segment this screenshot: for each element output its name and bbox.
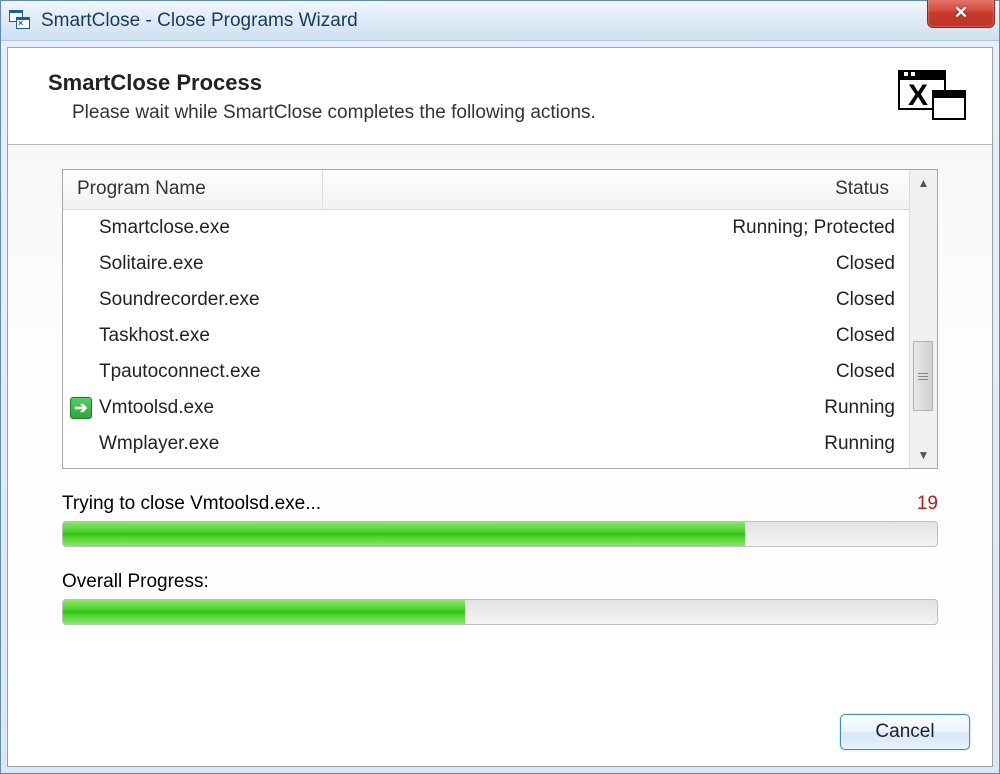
scroll-track[interactable]	[910, 196, 937, 442]
row-program-name: Soundrecorder.exe	[99, 289, 499, 311]
page-subtitle: Please wait while SmartClose completes t…	[48, 102, 596, 124]
table-row[interactable]: Tpautoconnect.exeClosed	[63, 354, 909, 390]
row-program-name: Wmplayer.exe	[99, 433, 499, 455]
table-row[interactable]: ➔ Vmtoolsd.exeRunning	[63, 390, 909, 426]
app-icon: ×	[9, 10, 31, 32]
row-program-name: Solitaire.exe	[99, 253, 499, 275]
table-row[interactable]: Smartclose.exeRunning; Protected	[63, 210, 909, 246]
wizard-header: SmartClose Process Please wait while Sma…	[8, 48, 992, 145]
overall-progress-label: Overall Progress:	[62, 571, 209, 593]
overall-progress-section: Overall Progress:	[62, 571, 938, 625]
row-status: Running	[499, 397, 909, 419]
page-title: SmartClose Process	[48, 70, 596, 96]
table-row[interactable]: Taskhost.exeClosed	[63, 318, 909, 354]
cancel-button[interactable]: Cancel	[840, 714, 970, 750]
task-progress-section: Trying to close Vmtoolsd.exe... 19	[62, 493, 938, 547]
task-progress-label: Trying to close Vmtoolsd.exe...	[62, 493, 321, 515]
current-arrow-icon: ➔	[70, 397, 92, 419]
column-status[interactable]: Status	[323, 170, 909, 209]
row-status: Closed	[499, 289, 909, 311]
list-header[interactable]: Program Name Status	[63, 170, 909, 210]
row-status: Running	[499, 433, 909, 455]
row-program-name: Taskhost.exe	[99, 325, 499, 347]
program-list[interactable]: Program Name Status Smartclose.exeRunnin…	[62, 169, 938, 469]
row-status: Closed	[499, 361, 909, 383]
cancel-button-label: Cancel	[875, 721, 934, 743]
task-progressbar	[62, 521, 938, 547]
content-frame: SmartClose Process Please wait while Sma…	[7, 47, 993, 767]
window-title: SmartClose - Close Programs Wizard	[41, 10, 358, 32]
table-row[interactable]: Soundrecorder.exeClosed	[63, 282, 909, 318]
table-row[interactable]: Solitaire.exeClosed	[63, 246, 909, 282]
window-close-button[interactable]: ✕	[927, 0, 995, 28]
row-program-name: Vmtoolsd.exe	[99, 397, 499, 419]
wizard-window: × SmartClose - Close Programs Wizard ✕ S…	[0, 0, 1000, 774]
close-icon: ✕	[954, 3, 968, 23]
titlebar[interactable]: × SmartClose - Close Programs Wizard ✕	[1, 1, 999, 41]
row-program-name: Tpautoconnect.exe	[99, 361, 499, 383]
wizard-footer: Cancel	[840, 714, 970, 750]
row-status: Running; Protected	[499, 217, 909, 239]
row-status: Closed	[499, 253, 909, 275]
row-status: Closed	[499, 325, 909, 347]
row-program-name: Smartclose.exe	[99, 217, 499, 239]
scroll-down-button[interactable]: ▼	[911, 442, 937, 468]
column-program-name[interactable]: Program Name	[63, 170, 323, 209]
close-windows-icon: X	[898, 70, 964, 126]
overall-progressbar	[62, 599, 938, 625]
row-icon-cell: ➔	[63, 397, 99, 419]
task-progress-count: 19	[917, 493, 938, 515]
scroll-thumb[interactable]	[913, 341, 933, 411]
scrollbar[interactable]: ▲ ▼	[909, 170, 937, 468]
table-row[interactable]: Wmplayer.exeRunning	[63, 426, 909, 462]
scroll-up-button[interactable]: ▲	[911, 170, 937, 196]
wizard-body: Program Name Status Smartclose.exeRunnin…	[8, 145, 992, 635]
